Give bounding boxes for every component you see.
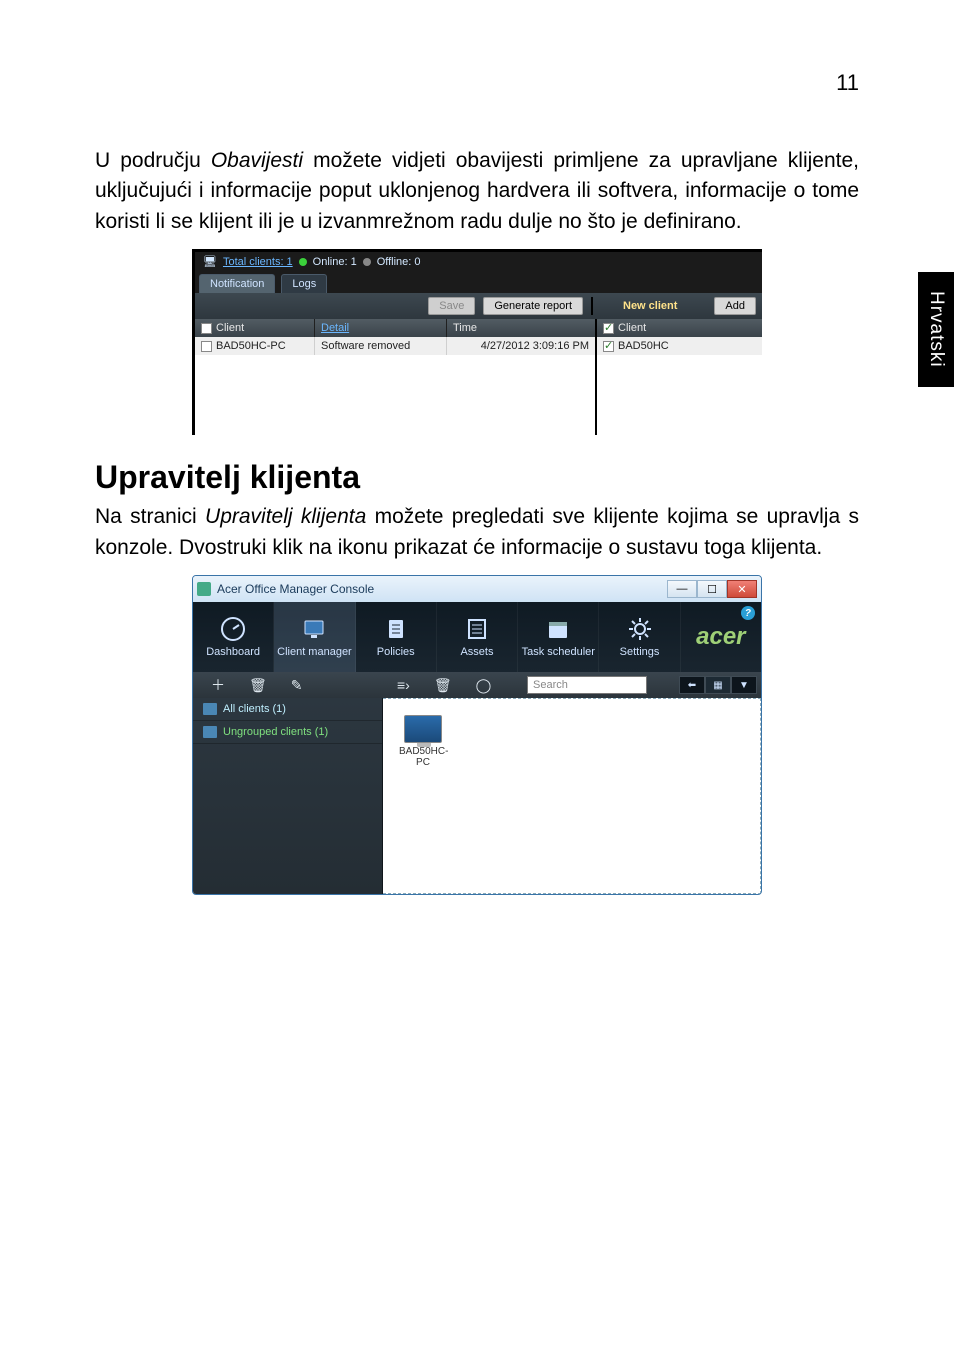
total-clients-link[interactable]: Total clients: 1 bbox=[223, 256, 293, 268]
header-client: Client bbox=[216, 322, 244, 334]
row-client: BAD50HC-PC bbox=[216, 340, 286, 352]
nav-task-scheduler-label: Task scheduler bbox=[522, 646, 595, 658]
gear-icon bbox=[627, 616, 653, 642]
folder-icon bbox=[203, 703, 217, 715]
nav-client-manager-label: Client manager bbox=[277, 646, 352, 658]
header-checkbox-2[interactable] bbox=[603, 323, 614, 334]
dropdown-view-button[interactable]: ▼ bbox=[731, 676, 757, 694]
table-row[interactable]: BAD50HC-PC Software removed 4/27/2012 3:… bbox=[195, 337, 762, 355]
policies-icon bbox=[383, 616, 409, 642]
notification-tabs: Notification Logs bbox=[195, 271, 762, 293]
header-time: Time bbox=[447, 319, 597, 337]
header-client-2: Client bbox=[618, 322, 646, 334]
generate-report-button[interactable]: Generate report bbox=[483, 297, 583, 315]
add-button[interactable]: Add bbox=[714, 297, 756, 315]
table-header: Client Detail Time Client bbox=[195, 319, 762, 337]
maximize-button[interactable]: ☐ bbox=[697, 580, 727, 598]
nav-policies-label: Policies bbox=[377, 646, 415, 658]
toolbar: ＋ 🗑 ✎ ≡› 🗑 ◯ Search ⬅ ▦ ▼ bbox=[193, 672, 761, 698]
brand-logo: acer ? bbox=[681, 602, 761, 672]
header-detail[interactable]: Detail bbox=[315, 319, 447, 337]
save-button[interactable]: Save bbox=[428, 297, 475, 315]
p2-italic: Upravitelj klijenta bbox=[205, 505, 366, 528]
screenshot-client-manager: Acer Office Manager Console — ☐ ✕ Dashbo… bbox=[192, 575, 762, 895]
client-label: BAD50HC-PC bbox=[399, 746, 447, 768]
monitor-icon bbox=[301, 616, 327, 642]
nav-dashboard[interactable]: Dashboard bbox=[193, 602, 274, 672]
sidebar-item-ungrouped[interactable]: Ungrouped clients (1) bbox=[193, 721, 382, 744]
assets-icon bbox=[464, 616, 490, 642]
section-heading: Upravitelj klijenta bbox=[95, 459, 859, 496]
nav-policies[interactable]: Policies bbox=[356, 602, 437, 672]
page-number: 11 bbox=[95, 70, 859, 96]
sidebar-item-all-clients[interactable]: All clients (1) bbox=[193, 698, 382, 721]
row-checkbox-2[interactable] bbox=[603, 341, 614, 352]
nav-settings[interactable]: Settings bbox=[599, 602, 680, 672]
monitor-icon: 🖥 bbox=[203, 255, 217, 268]
row-detail: Software removed bbox=[315, 337, 447, 355]
client-item[interactable]: BAD50HC-PC bbox=[399, 715, 447, 768]
search-placeholder: Search bbox=[533, 679, 568, 691]
refresh-icon[interactable]: ◯ bbox=[476, 677, 492, 694]
p1-pre: U području bbox=[95, 149, 211, 172]
row-client-2: BAD50HC bbox=[618, 340, 669, 352]
close-button[interactable]: ✕ bbox=[727, 580, 757, 598]
sidebar-all-label: All clients (1) bbox=[223, 703, 286, 715]
online-count: Online: 1 bbox=[313, 256, 357, 268]
tab-notification[interactable]: Notification bbox=[199, 274, 275, 293]
row-time: 4/27/2012 3:09:16 PM bbox=[447, 337, 597, 355]
content-area: All clients (1) Ungrouped clients (1) BA… bbox=[193, 698, 761, 894]
add-icon[interactable]: ＋ bbox=[211, 675, 225, 695]
list-icon[interactable]: ≡› bbox=[397, 677, 410, 693]
help-icon[interactable]: ? bbox=[741, 606, 755, 620]
online-dot-icon bbox=[299, 258, 307, 266]
search-input[interactable]: Search bbox=[527, 676, 647, 694]
offline-dot-icon bbox=[363, 258, 371, 266]
nav-settings-label: Settings bbox=[620, 646, 660, 658]
nav-assets-label: Assets bbox=[460, 646, 493, 658]
folder-icon bbox=[203, 726, 217, 738]
edit-icon[interactable]: ✎ bbox=[291, 677, 303, 694]
minimize-button[interactable]: — bbox=[667, 580, 697, 598]
p1-italic: Obavijesti bbox=[211, 149, 303, 172]
action-bar: Save Generate report New client Add bbox=[195, 293, 762, 319]
calendar-icon bbox=[545, 616, 571, 642]
nav-client-manager[interactable]: Client manager bbox=[274, 602, 355, 672]
side-language-tab: Hrvatski bbox=[918, 272, 954, 387]
status-bar: 🖥 Total clients: 1 Online: 1 Offline: 0 bbox=[195, 252, 762, 271]
side-language-label: Hrvatski bbox=[925, 291, 947, 368]
sidebar: All clients (1) Ungrouped clients (1) bbox=[193, 698, 383, 894]
header-checkbox[interactable] bbox=[201, 323, 212, 334]
new-client-label: New client bbox=[623, 300, 677, 312]
nav-assets[interactable]: Assets bbox=[437, 602, 518, 672]
empty-area bbox=[195, 355, 762, 435]
delete-icon[interactable]: 🗑 bbox=[249, 677, 267, 694]
gauge-icon bbox=[220, 616, 246, 642]
app-icon bbox=[197, 582, 211, 596]
row-checkbox[interactable] bbox=[201, 341, 212, 352]
paragraph-1: U području Obavijesti možete vidjeti oba… bbox=[95, 146, 859, 237]
back-view-button[interactable]: ⬅ bbox=[679, 676, 705, 694]
main-nav: Dashboard Client manager Policies Assets… bbox=[193, 602, 761, 672]
offline-count: Offline: 0 bbox=[377, 256, 421, 268]
brand-text: acer bbox=[696, 623, 745, 651]
client-monitor-icon bbox=[404, 715, 442, 743]
tab-logs[interactable]: Logs bbox=[281, 274, 327, 293]
window-title: Acer Office Manager Console bbox=[217, 582, 374, 596]
p2-pre: Na stranici bbox=[95, 505, 205, 528]
window-titlebar: Acer Office Manager Console — ☐ ✕ bbox=[193, 576, 761, 602]
paragraph-2: Na stranici Upravitelj klijenta možete p… bbox=[95, 502, 859, 563]
nav-dashboard-label: Dashboard bbox=[206, 646, 260, 658]
screenshot-notifications: 🖥 Total clients: 1 Online: 1 Offline: 0 … bbox=[192, 249, 762, 435]
grid-view-button[interactable]: ▦ bbox=[705, 676, 731, 694]
client-grid: BAD50HC-PC bbox=[383, 698, 761, 894]
nav-task-scheduler[interactable]: Task scheduler bbox=[518, 602, 599, 672]
delete2-icon[interactable]: 🗑 bbox=[434, 677, 452, 694]
sidebar-ungrouped-label: Ungrouped clients (1) bbox=[223, 726, 328, 738]
